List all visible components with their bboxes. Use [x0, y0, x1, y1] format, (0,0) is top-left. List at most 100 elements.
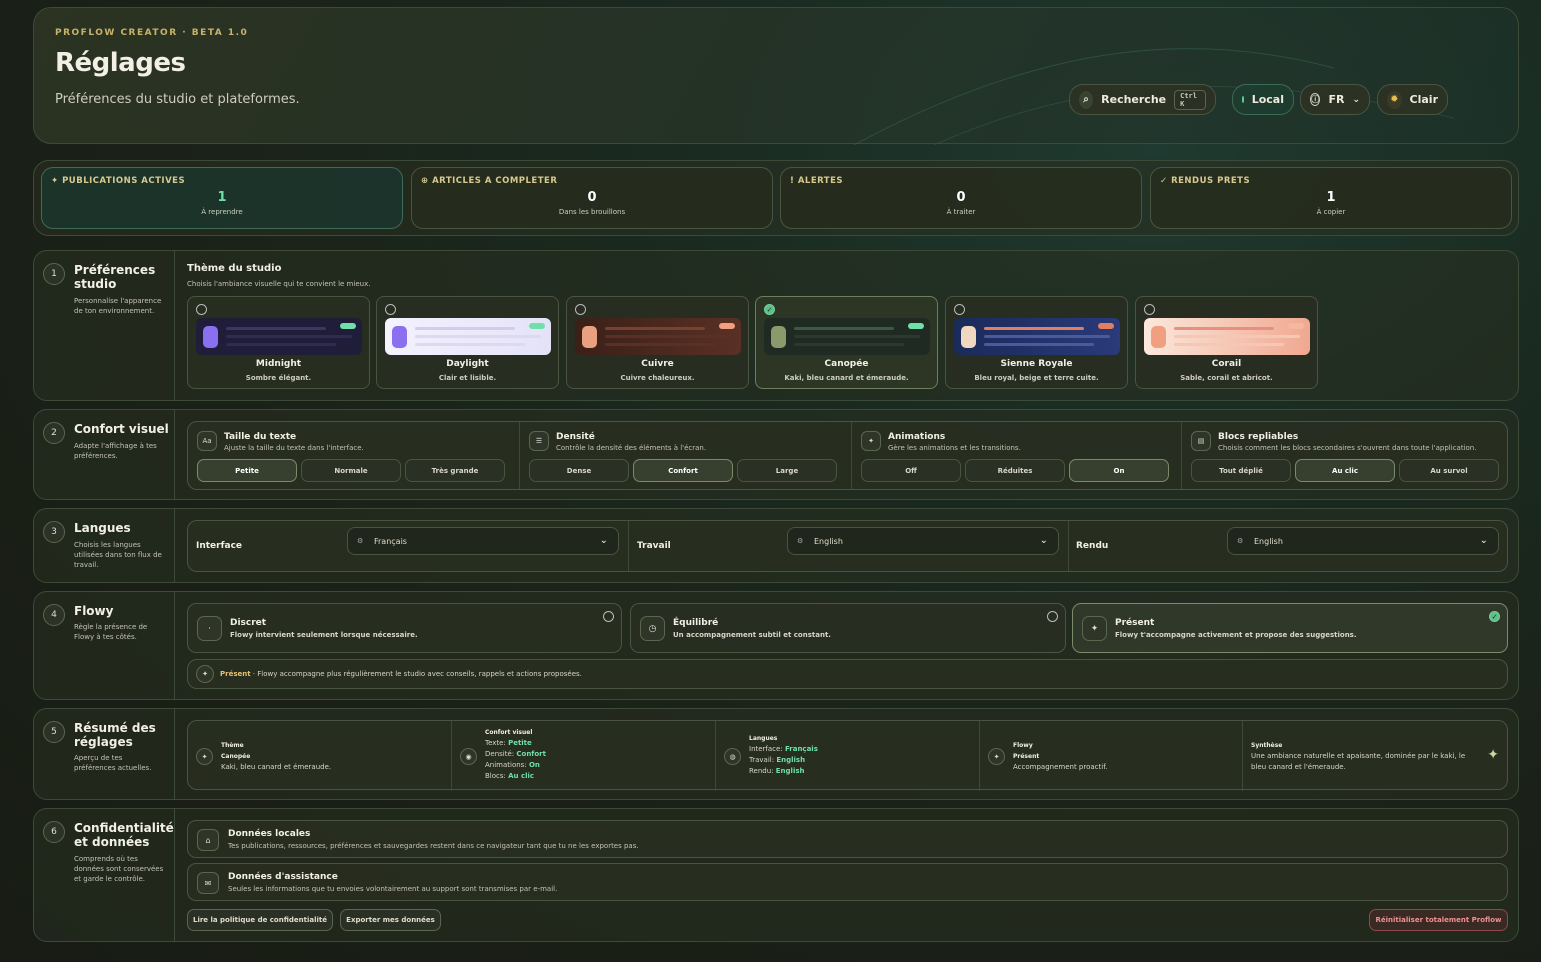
option-desc: Contrôle la densité des éléments à l'écr…	[556, 444, 707, 452]
local-data-info: ⌂ Données locales Tes publications, ress…	[187, 820, 1508, 858]
stat-articles-to-complete[interactable]: ⊕ ARTICLES A COMPLETER 0 Dans les brouil…	[411, 167, 773, 229]
radio[interactable]	[603, 611, 614, 622]
summary-key: Interface:	[749, 745, 783, 753]
local-storage-button[interactable]: Local	[1232, 84, 1294, 115]
density-block: ☰ Densité Contrôle la densité des élémen…	[520, 422, 852, 489]
stat-note: À copier	[1316, 208, 1346, 216]
summary-comfort: ◉ Confort visuel Texte: Petite Densité: …	[452, 721, 716, 791]
home-icon: ⌂	[197, 829, 219, 851]
mail-icon: ✉	[197, 872, 219, 894]
theme-card-cuivre[interactable]: Cuivre Cuivre chaleureux.	[566, 296, 749, 389]
flowy-option-discret[interactable]: · Discret Flowy intervient seulement lor…	[187, 603, 622, 653]
theme-name: Sienne Royale	[1000, 359, 1073, 369]
theme-name: Midnight	[255, 359, 302, 369]
theme-card-corail[interactable]: Corail Sable, corail et abricot.	[1135, 296, 1318, 389]
section-privacy: 6 Confidentialité et données Comprends o…	[33, 808, 1519, 942]
summary-key: Texte:	[485, 739, 506, 747]
interface-language-label: Interface	[196, 541, 243, 551]
option-desc: Un accompagnement subtil et constant.	[673, 631, 831, 639]
flowy-option-present[interactable]: ✦ Présent Flowy t'accompagne activement …	[1072, 603, 1508, 653]
languages-container: Interface ⚙ Français ⌄ Travail ⚙ English…	[187, 520, 1508, 572]
select-value: English	[814, 536, 843, 546]
section-description: Comprends où tes données sont conservées…	[74, 855, 164, 883]
radio[interactable]	[575, 304, 586, 315]
theme-card-midnight[interactable]: Midnight Sombre élégant.	[187, 296, 370, 389]
summary-heading: Flowy	[1013, 742, 1033, 749]
option-title: Présent	[1115, 618, 1155, 628]
animations-reduites[interactable]: Réduites	[965, 459, 1065, 482]
stat-alerts[interactable]: ! ALERTES 0 À traiter	[780, 167, 1142, 229]
radio[interactable]	[385, 304, 396, 315]
flowy-note-strong: Présent	[220, 670, 251, 678]
flowy-note: ✦ Présent · Flowy accompagne plus réguli…	[187, 659, 1508, 689]
theme-card-sienne-royale[interactable]: Sienne Royale Bleu royal, beige et terre…	[945, 296, 1128, 389]
theme-card-daylight[interactable]: Daylight Clair et lisible.	[376, 296, 559, 389]
section-title: Confort visuel	[74, 422, 169, 436]
animations-off[interactable]: Off	[861, 459, 961, 482]
section-description: Personnalise l'apparence de ton environn…	[74, 297, 162, 315]
text-size-petite[interactable]: Petite	[197, 459, 297, 482]
theme-desc: Sombre élégant.	[245, 374, 312, 382]
section-number: 5	[43, 721, 65, 743]
theme-name: Cuivre	[641, 359, 674, 369]
density-icon: ☰	[529, 431, 549, 451]
text-size-normale[interactable]: Normale	[301, 459, 401, 482]
radio[interactable]	[954, 304, 965, 315]
sparkle-icon: ✦	[861, 431, 881, 451]
section-sidebar: 1 Préférences studio Personnalise l'appa…	[34, 251, 175, 400]
density-large[interactable]: Large	[737, 459, 837, 482]
page-subtitle: Préférences du studio et plateformes.	[55, 92, 300, 107]
text-size-tres-grande[interactable]: Très grande	[405, 459, 505, 482]
option-desc: Gère les animations et les transitions.	[888, 444, 1021, 452]
globe-icon: ⚙	[357, 537, 364, 545]
radio[interactable]	[1047, 611, 1058, 622]
sparkle-icon: ✦	[196, 665, 214, 683]
text-size-icon: Aa	[197, 431, 217, 451]
theme-card-canopee[interactable]: ✓ Canopée Kaki, bleu canard et émeraude.	[755, 296, 938, 389]
render-language-select[interactable]: ⚙ English ⌄	[1227, 527, 1499, 555]
clock-icon: ◷	[640, 616, 665, 641]
status-dot-icon	[1242, 96, 1244, 103]
radio-checked[interactable]: ✓	[1489, 611, 1500, 622]
section-description: Adapte l'affichage à tes préférences.	[74, 442, 157, 460]
blocks-tout-deplie[interactable]: Tout déplié	[1191, 459, 1291, 482]
radio[interactable]	[1144, 304, 1155, 315]
leaf-icon: ✦	[196, 748, 213, 765]
privacy-policy-button[interactable]: Lire la politique de confidentialité	[187, 909, 333, 931]
theme-preview	[954, 318, 1120, 355]
text-size-block: Aa Taille du texte Ajuste la taille du t…	[188, 422, 520, 489]
radio-checked[interactable]: ✓	[764, 304, 775, 315]
stat-renders-ready[interactable]: ✓ RENDUS PRETS 1 À copier	[1150, 167, 1512, 229]
summary-flowy-name: Présent	[1013, 753, 1040, 760]
animations-on[interactable]: On	[1069, 459, 1169, 482]
language-switch[interactable]: ⓘ FR ⌄	[1300, 84, 1370, 115]
radio[interactable]	[196, 304, 207, 315]
app-kicker: PROFLOW CREATOR · BETA 1.0	[55, 28, 249, 38]
summary-value: Au clic	[508, 772, 535, 780]
section-title: Confidentialité et données	[74, 821, 174, 849]
blocks-au-clic[interactable]: Au clic	[1295, 459, 1395, 482]
summary-synthesis-desc: Une ambiance naturelle et apaisante, dom…	[1251, 752, 1466, 771]
density-dense[interactable]: Dense	[529, 459, 629, 482]
reset-proflow-button[interactable]: Réinitialiser totalement Proflow	[1369, 909, 1508, 931]
section-visual-comfort: 2 Confort visuel Adapte l'affichage à te…	[33, 409, 1519, 500]
decorative-lines	[853, 48, 1455, 145]
flowy-option-equilibre[interactable]: ◷ Équilibré Un accompagnement subtil et …	[630, 603, 1066, 653]
globe-icon: ⓘ	[1310, 93, 1321, 106]
work-language-select[interactable]: ⚙ English ⌄	[787, 527, 1059, 555]
density-confort[interactable]: Confort	[633, 459, 733, 482]
theme-toggle-button[interactable]: ✹ Clair	[1377, 84, 1448, 115]
summary-theme-desc: Kaki, bleu canard et émeraude.	[221, 763, 332, 771]
section-flowy: 4 Flowy Règle la présence de Flowy à tes…	[33, 591, 1519, 700]
theme-toggle-label: Clair	[1409, 93, 1438, 106]
header-panel: PROFLOW CREATOR · BETA 1.0 Réglages Préf…	[33, 7, 1519, 145]
stat-active-publications[interactable]: ✦ PUBLICATIONS ACTIVES 1 À reprendre	[41, 167, 403, 229]
search-button[interactable]: ⌕ Recherche Ctrl K	[1069, 84, 1216, 115]
summary-value: English	[776, 756, 806, 764]
summary-key: Densité:	[485, 750, 515, 758]
blocks-au-survol[interactable]: Au survol	[1399, 459, 1499, 482]
export-data-button[interactable]: Exporter mes données	[340, 909, 441, 931]
summary-value: On	[528, 761, 540, 769]
chevron-down-icon: ⌄	[599, 535, 608, 546]
interface-language-select[interactable]: ⚙ Français ⌄	[347, 527, 619, 555]
